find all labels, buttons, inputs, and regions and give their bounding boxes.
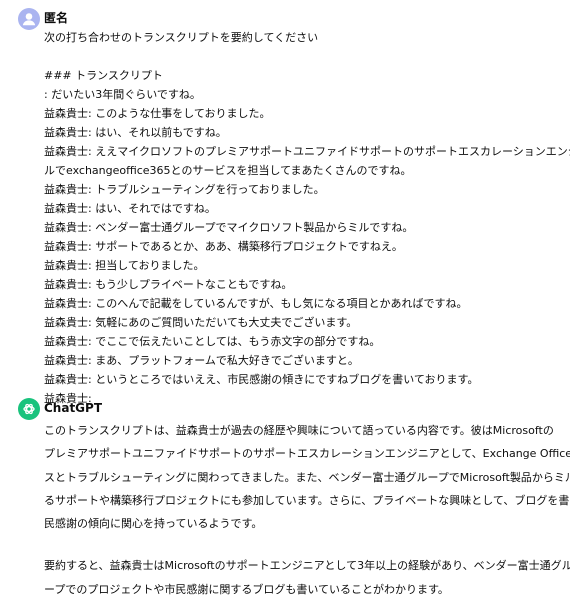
user-line: 益森貴士: でここで伝えたいことしては、もう赤文字の部分ですね。	[44, 335, 381, 348]
user-line: 益森貴士: ええマイクロソフトのプレミアサポートユニファイドサポートのサポートエ…	[44, 145, 570, 158]
assistant-author-name: ChatGPT	[44, 401, 103, 415]
assistant-line: るサポートや構築移行プロジェクトにも参加しています。さらに、プライベートな興味と…	[44, 493, 570, 507]
user-line: 益森貴士: このような仕事をしておりました。	[44, 107, 271, 120]
user-author-name: 匿名	[44, 11, 69, 25]
user-line: ### トランスクリプト	[44, 69, 163, 82]
user-line: 益森貴士: 気軽にあのご質問いただいても大丈夫でございます。	[44, 316, 358, 329]
assistant-line: 民感謝の傾向に関心を持っているようです。	[44, 517, 263, 531]
openai-logo-icon	[18, 398, 40, 420]
user-line: 益森貴士: ベンダー富士通グループでマイクロソフト製品からミルですね。	[44, 221, 414, 234]
user-line: 益森貴士: サポートであるとか、ああ、構築移行プロジェクトですねえ。	[44, 240, 403, 253]
user-line: 益森貴士: まあ、プラットフォームで私大好きでございますと。	[44, 354, 359, 367]
user-avatar-icon	[18, 8, 40, 30]
user-line: ルでexchangeoffice365とのサービスを担当してまあたくさんのですね…	[44, 164, 412, 177]
user-line-blank	[44, 47, 570, 66]
user-line: 益森貴士: もう少しプライベートなこともですね。	[44, 278, 293, 291]
user-message-text: 次の打ち合わせのトランスクリプトを要約してください ### トランスクリプト :…	[44, 28, 570, 408]
assistant-line: プレミアサポートユニファイドサポートのサポートエスカレーションエンジニアとして、…	[44, 447, 570, 461]
user-line: 益森貴士: このへんで記載をしているんですが、もし気になる項目とかあればですね。	[44, 297, 468, 310]
user-line: 益森貴士: はい、それではですね。	[44, 202, 216, 215]
user-line: 益森貴士: というところではいええ、市民感謝の傾きにですねブログを書いております…	[44, 373, 479, 386]
assistant-line: このトランスクリプトは、益森貴士が過去の経歴や興味について語っている内容です。彼…	[44, 424, 554, 437]
user-line: 益森貴士: 担当しておりました。	[44, 259, 205, 272]
assistant-line: 要約すると、益森貴士はMicrosoftのサポートエンジニアとして3年以上の経験…	[44, 559, 570, 573]
user-line: 益森貴士:	[44, 392, 92, 405]
user-line: 次の打ち合わせのトランスクリプトを要約してください	[44, 31, 319, 44]
user-line: 益森貴士: トラブルシューティングを行っておりました。	[44, 183, 325, 196]
assistant-line: ープでのプロジェクトや市民感謝に関するブログも書いていることがわかります。	[44, 582, 449, 596]
user-line: 益森貴士: はい、それ以前もですね。	[44, 126, 227, 139]
assistant-line: スとトラブルシューティングに関わってきました。また、ベンダー富士通グループでMi…	[44, 470, 570, 484]
user-line: : だいたい3年間ぐらいですね。	[44, 88, 201, 101]
assistant-message-text: このトランスクリプトは、益森貴士が過去の経歴や興味について語っている内容です。彼…	[44, 419, 570, 601]
